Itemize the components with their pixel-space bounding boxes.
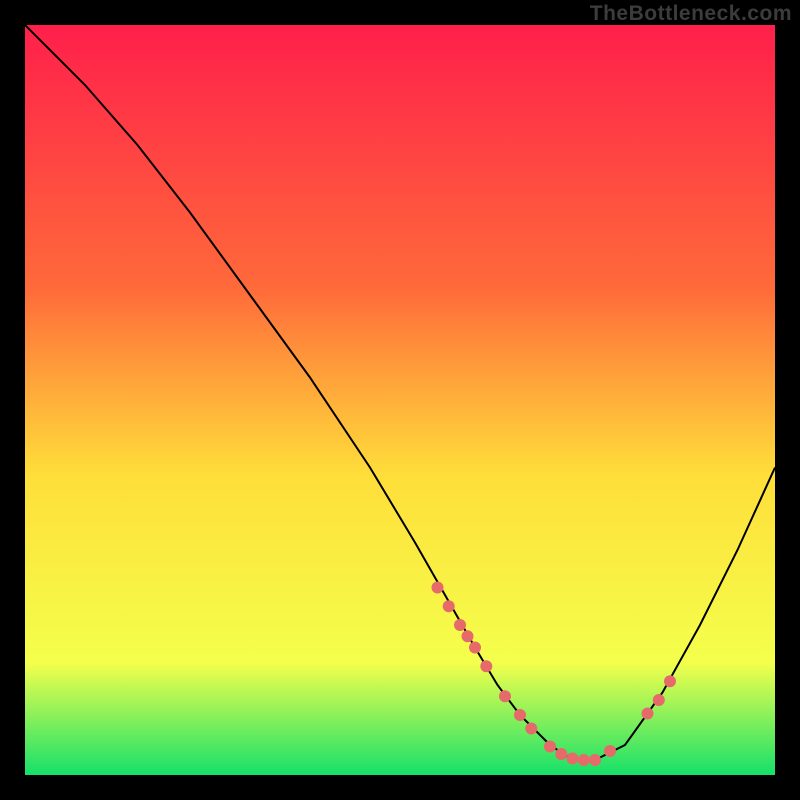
highlight-dot bbox=[555, 748, 567, 760]
highlight-dot bbox=[567, 753, 579, 765]
highlight-dot bbox=[499, 690, 511, 702]
highlight-dot bbox=[432, 582, 444, 594]
gradient-background bbox=[25, 25, 775, 775]
highlight-dot bbox=[469, 642, 481, 654]
bottleneck-chart bbox=[25, 25, 775, 775]
highlight-dot bbox=[514, 709, 526, 721]
highlight-dot bbox=[443, 600, 455, 612]
highlight-dot bbox=[664, 675, 676, 687]
highlight-dot bbox=[525, 723, 537, 735]
highlight-dot bbox=[642, 708, 654, 720]
highlight-dot bbox=[544, 741, 556, 753]
watermark-text: TheBottleneck.com bbox=[590, 2, 792, 26]
highlight-dot bbox=[462, 630, 474, 642]
highlight-dot bbox=[604, 745, 616, 757]
highlight-dot bbox=[480, 660, 492, 672]
highlight-dot bbox=[578, 754, 590, 766]
chart-frame: TheBottleneck.com bbox=[0, 0, 800, 800]
highlight-dot bbox=[589, 754, 601, 766]
plot-area bbox=[25, 25, 775, 775]
highlight-dot bbox=[454, 619, 466, 631]
highlight-dot bbox=[653, 694, 665, 706]
